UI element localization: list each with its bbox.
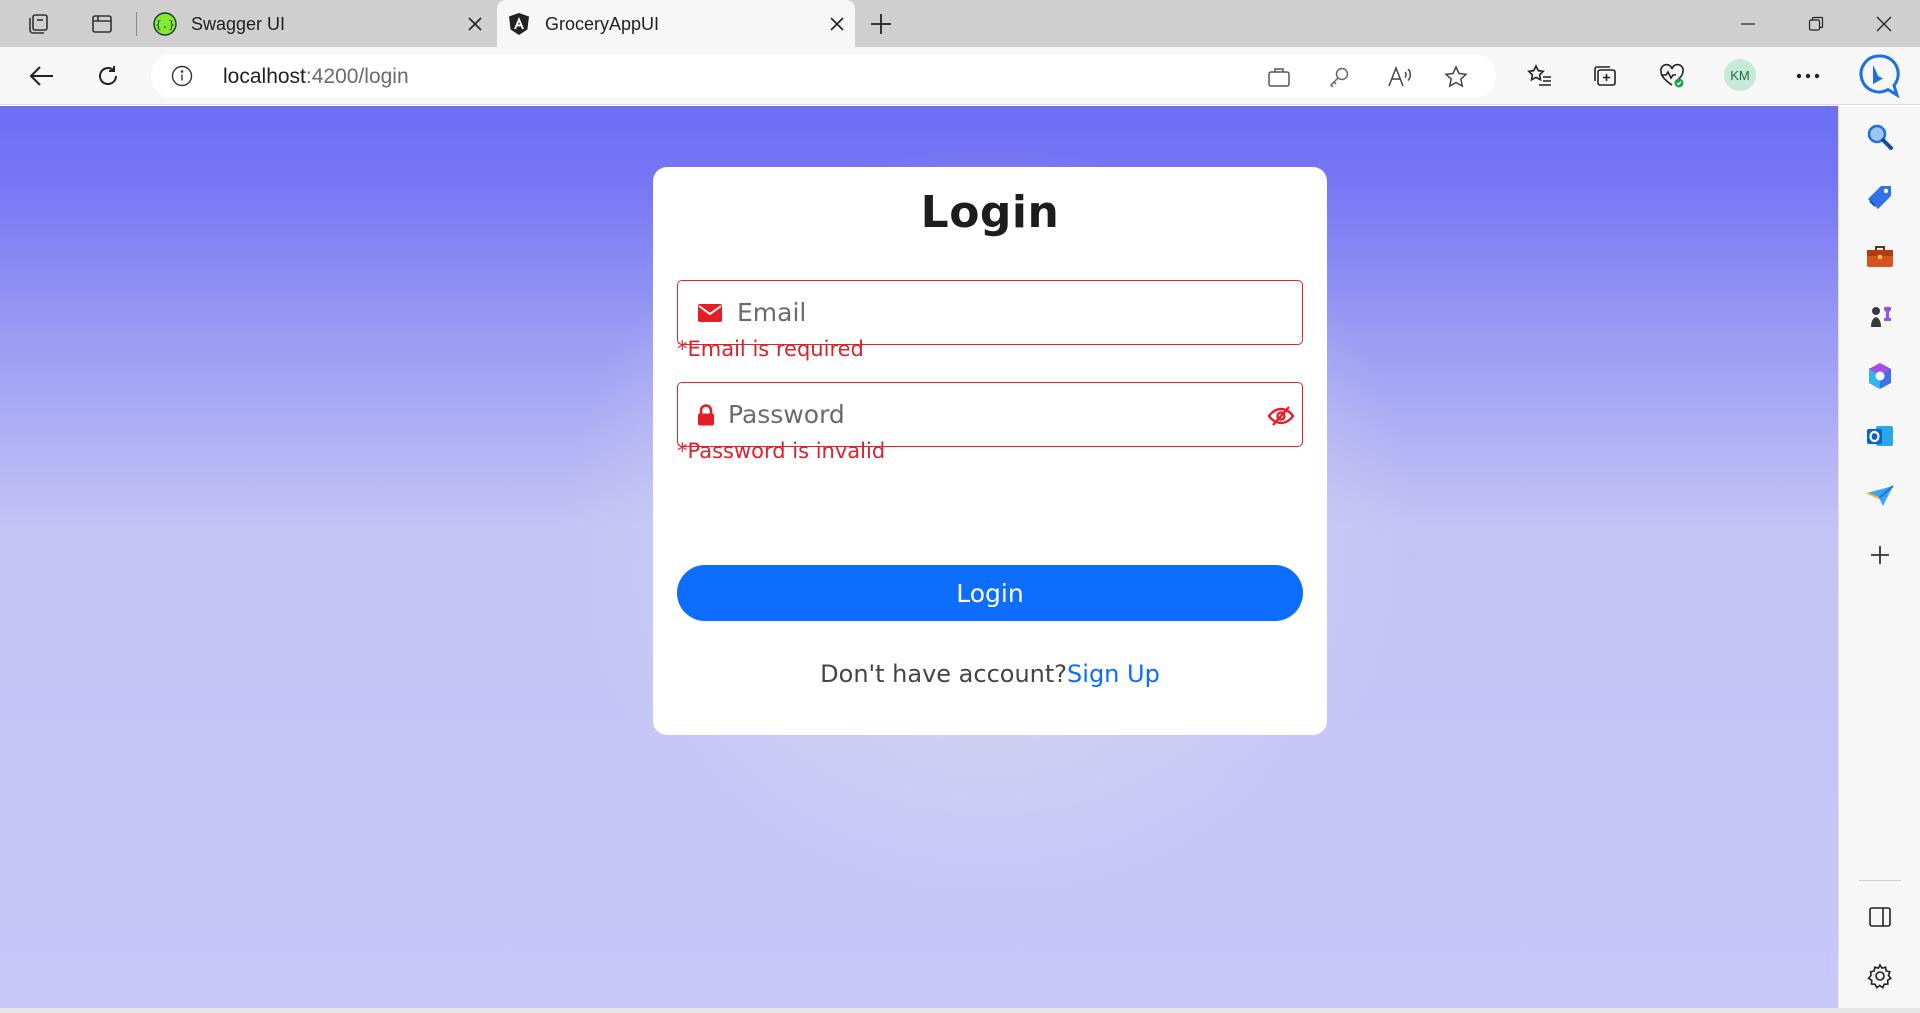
url-host: localhost bbox=[223, 65, 306, 88]
sidebar-hide-button[interactable] bbox=[1863, 900, 1897, 934]
read-aloud-button[interactable] bbox=[1384, 63, 1416, 91]
sidebar-separator bbox=[1859, 880, 1901, 881]
edge-sidebar bbox=[1838, 106, 1920, 1008]
sidebar-drop-button[interactable] bbox=[1863, 479, 1897, 513]
sidebar-settings-button[interactable] bbox=[1863, 959, 1897, 993]
add-icon bbox=[1871, 546, 1889, 564]
outlook-icon bbox=[1867, 426, 1893, 446]
back-arrow-icon bbox=[29, 66, 53, 86]
login-button[interactable]: Login bbox=[677, 565, 1303, 621]
email-error: *Email is required bbox=[677, 337, 864, 361]
url-path: :4200/login bbox=[305, 65, 409, 88]
tab-swagger-ui[interactable]: {.} Swagger UI bbox=[143, 0, 493, 47]
heart-pulse-icon bbox=[1660, 63, 1684, 88]
microsoft-365-icon bbox=[1869, 363, 1891, 389]
refresh-button[interactable] bbox=[88, 57, 128, 95]
password-manager-button[interactable] bbox=[1323, 63, 1355, 91]
password-error: *Password is invalid bbox=[677, 439, 886, 463]
sidebar-shopping-button[interactable] bbox=[1863, 180, 1897, 214]
settings-icon bbox=[1867, 963, 1892, 989]
restore-icon bbox=[1808, 16, 1824, 31]
back-button[interactable] bbox=[22, 57, 62, 95]
close-tab-icon[interactable] bbox=[823, 10, 851, 38]
email-field[interactable]: Email bbox=[677, 280, 1303, 345]
window-bottom-edge bbox=[0, 1008, 1920, 1013]
shopping-tag-icon bbox=[1868, 186, 1891, 209]
password-placeholder: Password bbox=[728, 400, 845, 429]
tab-actions-button[interactable] bbox=[82, 8, 122, 40]
address-bar[interactable]: localhost:4200/login bbox=[151, 54, 1496, 98]
login-card: Login Email *Email is required Password … bbox=[653, 167, 1327, 735]
svg-text:{.}: {.} bbox=[155, 18, 175, 31]
sidebar-tools-button[interactable] bbox=[1863, 239, 1897, 273]
games-icon bbox=[1871, 307, 1891, 327]
tab-actions-icon bbox=[92, 15, 112, 33]
briefcase-icon bbox=[1268, 68, 1290, 87]
read-aloud-icon bbox=[1388, 66, 1411, 87]
swagger-icon: {.} bbox=[153, 12, 177, 36]
tab-groceryappui[interactable]: GroceryAppUI bbox=[497, 0, 855, 47]
star-icon bbox=[1444, 65, 1468, 88]
favorites-button[interactable] bbox=[1520, 57, 1560, 95]
bing-chat-icon bbox=[1859, 54, 1900, 99]
close-tab-icon[interactable] bbox=[461, 10, 489, 38]
tab-separator bbox=[136, 12, 137, 36]
browser-toolbar: localhost:4200/login KM bbox=[0, 47, 1920, 105]
sidebar-search-button[interactable] bbox=[1863, 120, 1897, 154]
sidebar-outlook-button[interactable] bbox=[1863, 419, 1897, 453]
send-icon bbox=[1866, 485, 1894, 506]
restore-button[interactable] bbox=[1786, 0, 1846, 47]
login-title: Login bbox=[920, 187, 1060, 238]
tab-strip: {.} Swagger UI GroceryAppUI bbox=[0, 0, 1920, 47]
signup-link[interactable]: Sign Up bbox=[1067, 660, 1160, 688]
page-viewport: Login Email *Email is required Password … bbox=[0, 106, 1838, 1008]
signup-row: Don't have account?Sign Up bbox=[653, 660, 1327, 688]
close-icon bbox=[1876, 16, 1892, 31]
shopping-button[interactable] bbox=[1263, 63, 1295, 91]
signup-prompt: Don't have account? bbox=[820, 660, 1068, 688]
email-placeholder: Email bbox=[737, 298, 807, 327]
profile-avatar[interactable]: KM bbox=[1724, 59, 1756, 91]
password-field[interactable]: Password bbox=[677, 382, 1303, 447]
tools-icon bbox=[1867, 246, 1893, 267]
collections-button[interactable] bbox=[1585, 57, 1625, 95]
toggle-password-visibility-icon[interactable] bbox=[1266, 403, 1296, 429]
sidebar-add-button[interactable] bbox=[1863, 538, 1897, 572]
site-info-icon[interactable] bbox=[171, 65, 193, 87]
envelope-icon bbox=[696, 300, 724, 326]
plus-icon bbox=[871, 14, 891, 34]
sidebar-games-button[interactable] bbox=[1863, 299, 1897, 333]
sidebar-layout-icon bbox=[1869, 907, 1891, 927]
close-window-button[interactable] bbox=[1854, 0, 1914, 47]
minimize-icon bbox=[1741, 22, 1755, 25]
tab-title: GroceryAppUI bbox=[545, 14, 660, 34]
favorite-button[interactable] bbox=[1440, 63, 1472, 91]
url-text[interactable]: localhost:4200/login bbox=[223, 65, 409, 89]
more-icon bbox=[1796, 73, 1820, 79]
settings-more-button[interactable] bbox=[1788, 57, 1828, 95]
collections-icon bbox=[1594, 66, 1616, 86]
copilot-button[interactable] bbox=[1856, 53, 1902, 99]
new-tab-button[interactable] bbox=[863, 8, 899, 40]
angular-icon bbox=[507, 12, 531, 36]
refresh-icon bbox=[99, 66, 118, 85]
key-icon bbox=[1329, 67, 1349, 88]
minimize-button[interactable] bbox=[1718, 0, 1778, 47]
workspaces-icon bbox=[29, 14, 48, 34]
workspaces-button[interactable] bbox=[18, 8, 58, 40]
lock-icon bbox=[692, 402, 720, 428]
browser-essentials-button[interactable] bbox=[1652, 57, 1692, 95]
favorites-list-icon bbox=[1527, 64, 1551, 86]
tab-title: Swagger UI bbox=[191, 14, 286, 34]
sidebar-microsoft365-button[interactable] bbox=[1863, 359, 1897, 393]
search-icon bbox=[1867, 124, 1893, 150]
